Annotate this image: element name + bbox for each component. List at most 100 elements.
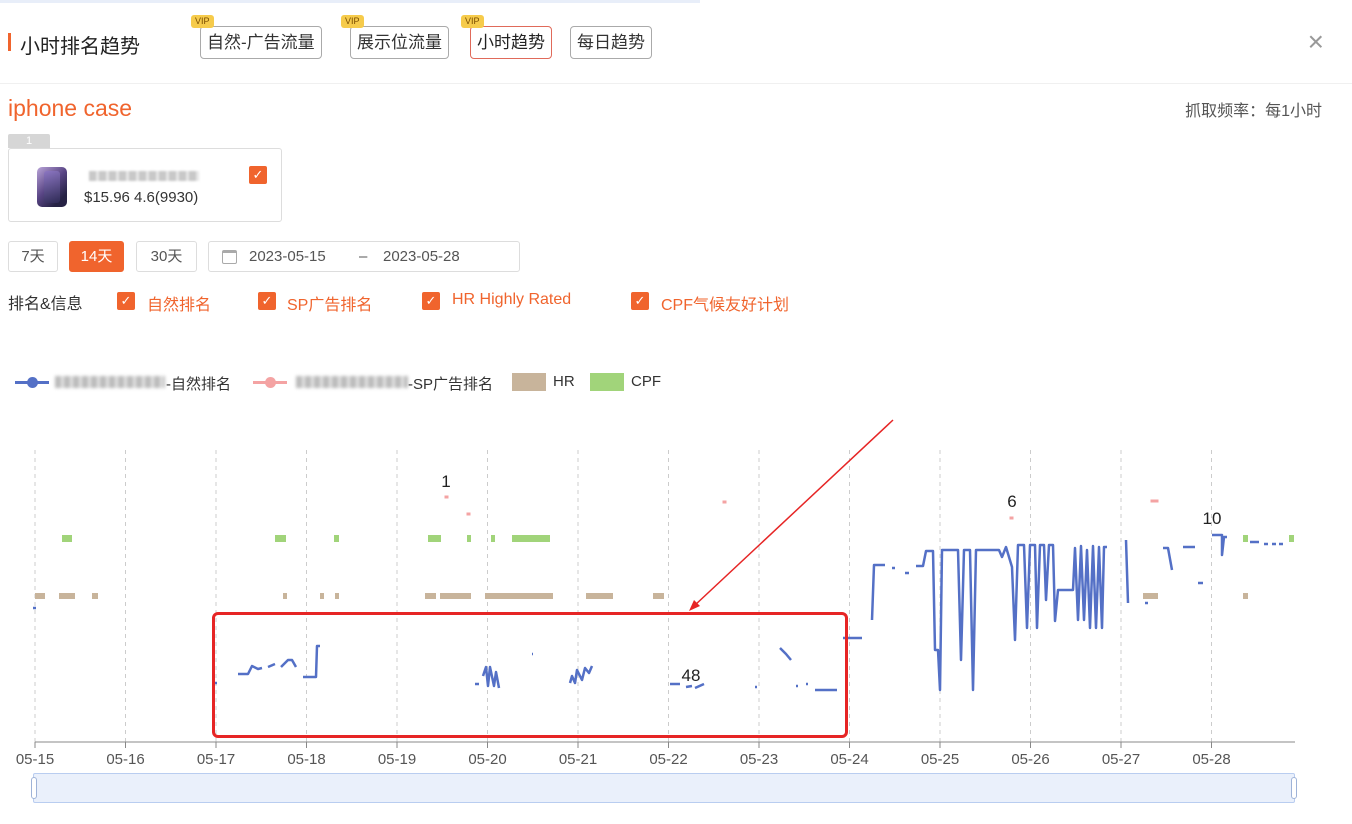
cpf-mark — [275, 535, 286, 542]
cpf-checkbox[interactable]: ✓ — [631, 292, 649, 310]
hr-mark — [653, 593, 664, 599]
hr-checkbox[interactable]: ✓ — [422, 292, 440, 310]
legend-organic-blurred-name — [55, 376, 165, 388]
hr-mark — [586, 593, 613, 599]
tab-organic-ad-traffic[interactable]: VIP 自然-广告流量 — [191, 15, 322, 59]
legend-sp-marker[interactable] — [265, 377, 276, 388]
vip-badge: VIP — [461, 15, 484, 28]
hr-mark — [1143, 593, 1158, 599]
range-14-days[interactable]: 14天 — [69, 241, 124, 272]
crawl-frequency: 抓取频率：每1小时 — [1185, 103, 1322, 120]
x-tick-label: 05-17 — [196, 751, 236, 768]
x-tick-label: 05-25 — [920, 751, 960, 768]
cpf-mark — [1289, 535, 1294, 542]
hr-mark — [440, 593, 471, 599]
hr-mark — [485, 593, 553, 599]
date-start: 2023-05-15 — [249, 248, 326, 265]
date-end: 2023-05-28 — [383, 248, 460, 265]
legend-cpf-swatch[interactable] — [590, 373, 624, 391]
x-tick-label: 05-21 — [558, 751, 598, 768]
blurred-product-name — [89, 171, 199, 181]
x-tick-label: 05-28 — [1192, 751, 1231, 768]
organic-rank-line — [1124, 533, 1227, 605]
cpf-label[interactable]: CPF气候友好计划 — [661, 291, 789, 315]
sp-point — [1009, 516, 1014, 520]
rank-annotation: 6 — [1007, 492, 1017, 511]
cpf-mark — [491, 535, 495, 542]
x-tick-label: 05-23 — [739, 751, 779, 768]
calendar-icon — [222, 250, 237, 264]
organic-rank-checkbox[interactable]: ✓ — [117, 292, 135, 310]
filter-label: 排名&信息 — [8, 296, 83, 313]
x-tick-label: 05-27 — [1101, 751, 1141, 768]
legend-organic-marker[interactable] — [27, 377, 38, 388]
vip-badge: VIP — [191, 15, 214, 28]
hr-mark — [335, 593, 339, 599]
x-tick-label: 05-19 — [377, 751, 417, 768]
sp-rank-label[interactable]: SP广告排名 — [287, 291, 372, 315]
tab-hourly-trend[interactable]: VIP 小时趋势 — [461, 15, 552, 59]
legend-hr-swatch[interactable] — [512, 373, 546, 391]
legend-organic-label[interactable]: -自然排名 — [166, 373, 231, 394]
hr-label[interactable]: HR Highly Rated — [452, 291, 571, 309]
legend-hr-label[interactable]: HR — [553, 373, 575, 390]
x-tick-label: 05-26 — [1011, 751, 1050, 768]
date-range-picker[interactable]: 2023-05-15 – 2023-05-28 — [208, 241, 520, 272]
cpf-mark — [467, 535, 471, 542]
product-image — [37, 167, 67, 207]
hourly-ranking-panel: { "header": { "title": "小时排名趋势", "tabs":… — [0, 0, 1352, 824]
cpf-mark — [428, 535, 441, 542]
panel-header: 小时排名趋势 VIP 自然-广告流量 VIP 展示位流量 VIP 小时趋势 每日… — [0, 0, 1352, 84]
tab-label: 小时趋势 — [477, 33, 545, 52]
x-tick-label: 05-22 — [649, 751, 688, 768]
zoom-slider[interactable] — [31, 773, 1297, 803]
product-index-tab: 1 — [8, 134, 50, 148]
organic-rank-line — [1250, 540, 1283, 546]
keyword-title: iphone case — [8, 95, 133, 121]
cpf-mark — [512, 535, 550, 542]
hr-mark — [92, 593, 98, 599]
tab-label: 每日趋势 — [577, 33, 645, 52]
sp-point — [722, 500, 727, 504]
sp-rank-checkbox[interactable]: ✓ — [258, 292, 276, 310]
range-30-days[interactable]: 30天 — [136, 241, 197, 272]
date-separator: – — [359, 248, 368, 265]
hr-mark — [425, 593, 436, 599]
x-tick-label: 05-15 — [15, 751, 55, 768]
x-tick-label: 05-18 — [287, 751, 326, 768]
title-accent-bar — [8, 33, 11, 51]
hr-mark — [1243, 593, 1248, 599]
cpf-mark — [334, 535, 339, 542]
sp-point — [466, 512, 471, 516]
sp-point — [1154, 499, 1159, 503]
rank-annotation: 10 — [1202, 509, 1222, 528]
legend-sp-blurred-name — [296, 376, 408, 388]
range-7-days[interactable]: 7天 — [8, 241, 58, 272]
close-icon[interactable]: × — [1308, 28, 1324, 56]
hr-mark — [320, 593, 324, 599]
sp-point — [444, 495, 449, 499]
product-checkbox[interactable]: ✓ — [249, 166, 267, 184]
vip-badge: VIP — [341, 15, 364, 28]
product-price-rating: $15.96 4.6(9930) — [84, 189, 199, 206]
x-tick-label: 05-20 — [468, 751, 507, 768]
legend-sp-label[interactable]: -SP广告排名 — [408, 373, 493, 394]
cpf-mark — [62, 535, 72, 542]
x-tick-label: 05-16 — [106, 751, 145, 768]
x-tick-label: 05-24 — [830, 751, 869, 768]
slider-left-handle[interactable] — [31, 777, 37, 799]
hr-mark — [59, 593, 75, 599]
organic-rank-line — [843, 543, 1107, 692]
tab-placement-traffic[interactable]: VIP 展示位流量 — [341, 15, 449, 59]
tab-label: 展示位流量 — [357, 33, 442, 52]
hr-mark — [35, 593, 45, 599]
organic-rank-label[interactable]: 自然排名 — [147, 291, 211, 315]
legend-cpf-label[interactable]: CPF — [631, 373, 661, 390]
panel-title: 小时排名趋势 — [20, 36, 140, 58]
product-card[interactable]: $15.96 4.6(9930) ✓ — [8, 148, 282, 222]
tab-label: 自然-广告流量 — [207, 33, 315, 52]
cpf-mark — [1243, 535, 1248, 542]
slider-right-handle[interactable] — [1291, 777, 1297, 799]
tab-daily-trend[interactable]: 每日趋势 — [570, 26, 652, 59]
highlight-box — [212, 612, 848, 738]
